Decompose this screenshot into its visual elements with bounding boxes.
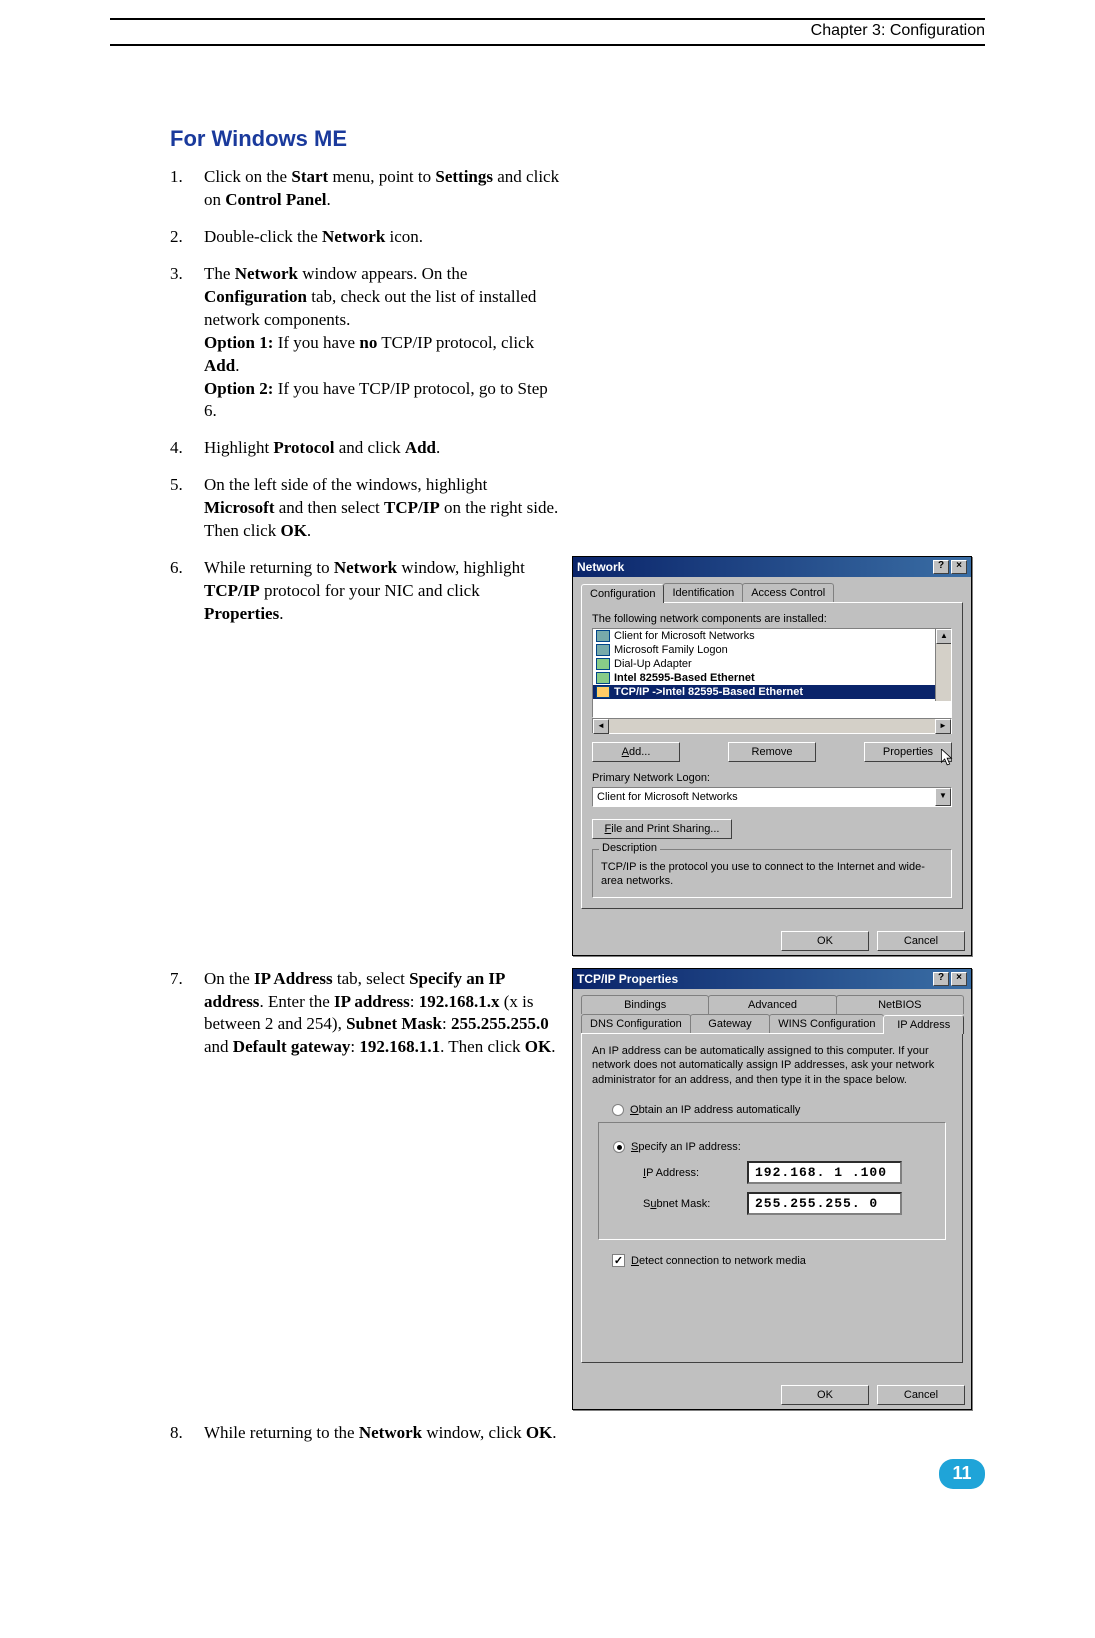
- tcpip-dialog-title: TCP/IP Properties: [577, 972, 678, 986]
- components-listbox[interactable]: Client for Microsoft Networks Microsoft …: [592, 628, 952, 718]
- step-7: 7. On the IP Address tab, select Specify…: [170, 968, 560, 1060]
- section-title: For Windows ME: [170, 126, 985, 152]
- ip-info-text: An IP address can be automatically assig…: [592, 1044, 952, 1089]
- subnet-mask-input[interactable]: 255.255.255. 0: [747, 1192, 902, 1215]
- cancel-button[interactable]: Cancel: [877, 931, 965, 951]
- tab-access-control[interactable]: Access Control: [742, 583, 834, 602]
- tab-identification[interactable]: Identification: [663, 583, 743, 602]
- scrollbar-vertical[interactable]: ▲: [935, 629, 951, 701]
- radio-icon: [613, 1141, 625, 1153]
- primary-logon-label: Primary Network Logon:: [592, 772, 952, 784]
- protocol-icon: [596, 686, 610, 698]
- client-icon: [596, 644, 610, 656]
- step-8: 8. While returning to the Network window…: [170, 1422, 560, 1445]
- step-3: 3. The Network window appears. On the Co…: [170, 263, 560, 424]
- remove-button[interactable]: Remove: [728, 742, 816, 762]
- network-dialog-title: Network: [577, 560, 624, 574]
- step-4: 4. Highlight Protocol and click Add.: [170, 437, 560, 460]
- tab-ip-address[interactable]: IP Address: [883, 1015, 964, 1034]
- tab-netbios[interactable]: NetBIOS: [836, 995, 964, 1014]
- help-icon[interactable]: ?: [933, 972, 949, 986]
- tab-advanced[interactable]: Advanced: [708, 995, 836, 1014]
- adapter-icon: [596, 658, 610, 670]
- radio-specify-ip[interactable]: Specify an IP address:: [613, 1141, 931, 1153]
- file-print-sharing-button[interactable]: File and Print Sharing...: [592, 819, 732, 839]
- scroll-right-icon[interactable]: ►: [935, 719, 951, 734]
- detect-connection-checkbox[interactable]: ✓ Detect connection to network media: [612, 1254, 952, 1267]
- tab-configuration[interactable]: Configuration: [581, 584, 664, 603]
- page-number-badge: 11: [939, 1459, 985, 1489]
- radio-icon: [612, 1104, 624, 1116]
- ok-button[interactable]: OK: [781, 1385, 869, 1405]
- tcpip-properties-dialog: TCP/IP Properties ? × Bindings Advanced …: [572, 968, 972, 1410]
- installed-components-label: The following network components are ins…: [592, 613, 952, 625]
- tab-wins-config[interactable]: WINS Configuration: [769, 1014, 884, 1033]
- scroll-left-icon[interactable]: ◄: [593, 719, 609, 734]
- chapter-title: Chapter 3: Configuration: [110, 22, 985, 40]
- ip-address-label: IP Address:: [643, 1167, 733, 1179]
- step-2: 2. Double-click the Network icon.: [170, 226, 560, 249]
- tab-dns-config[interactable]: DNS Configuration: [581, 1014, 691, 1033]
- close-icon[interactable]: ×: [951, 972, 967, 986]
- network-dialog: Network ? × Configuration Identification…: [572, 556, 972, 956]
- adapter-icon: [596, 672, 610, 684]
- primary-logon-dropdown[interactable]: Client for Microsoft Networks ▼: [592, 787, 952, 807]
- ip-address-input[interactable]: 192.168. 1 .100: [747, 1161, 902, 1184]
- checkbox-icon: ✓: [612, 1254, 625, 1267]
- description-text: TCP/IP is the protocol you use to connec…: [601, 860, 943, 889]
- add-button[interactable]: Add...: [592, 742, 680, 762]
- close-icon[interactable]: ×: [951, 560, 967, 574]
- scroll-up-icon[interactable]: ▲: [936, 629, 952, 644]
- step-5: 5. On the left side of the windows, high…: [170, 474, 560, 543]
- radio-obtain-auto[interactable]: Obtain an IP address automatically: [612, 1104, 952, 1116]
- properties-button[interactable]: Properties: [864, 742, 952, 762]
- cursor-icon: [941, 749, 955, 769]
- help-icon[interactable]: ?: [933, 560, 949, 574]
- subnet-mask-label: Subnet Mask:: [643, 1198, 733, 1210]
- cancel-button[interactable]: Cancel: [877, 1385, 965, 1405]
- ok-button[interactable]: OK: [781, 931, 869, 951]
- tab-bindings[interactable]: Bindings: [581, 995, 709, 1014]
- tab-gateway[interactable]: Gateway: [690, 1014, 771, 1033]
- client-icon: [596, 630, 610, 642]
- scrollbar-horizontal[interactable]: ◄ ►: [592, 718, 952, 734]
- step-1: 1. Click on the Start menu, point to Set…: [170, 166, 560, 212]
- description-groupbox-title: Description: [599, 842, 660, 854]
- step-6: 6. While returning to Network window, hi…: [170, 557, 560, 626]
- chevron-down-icon[interactable]: ▼: [935, 788, 951, 806]
